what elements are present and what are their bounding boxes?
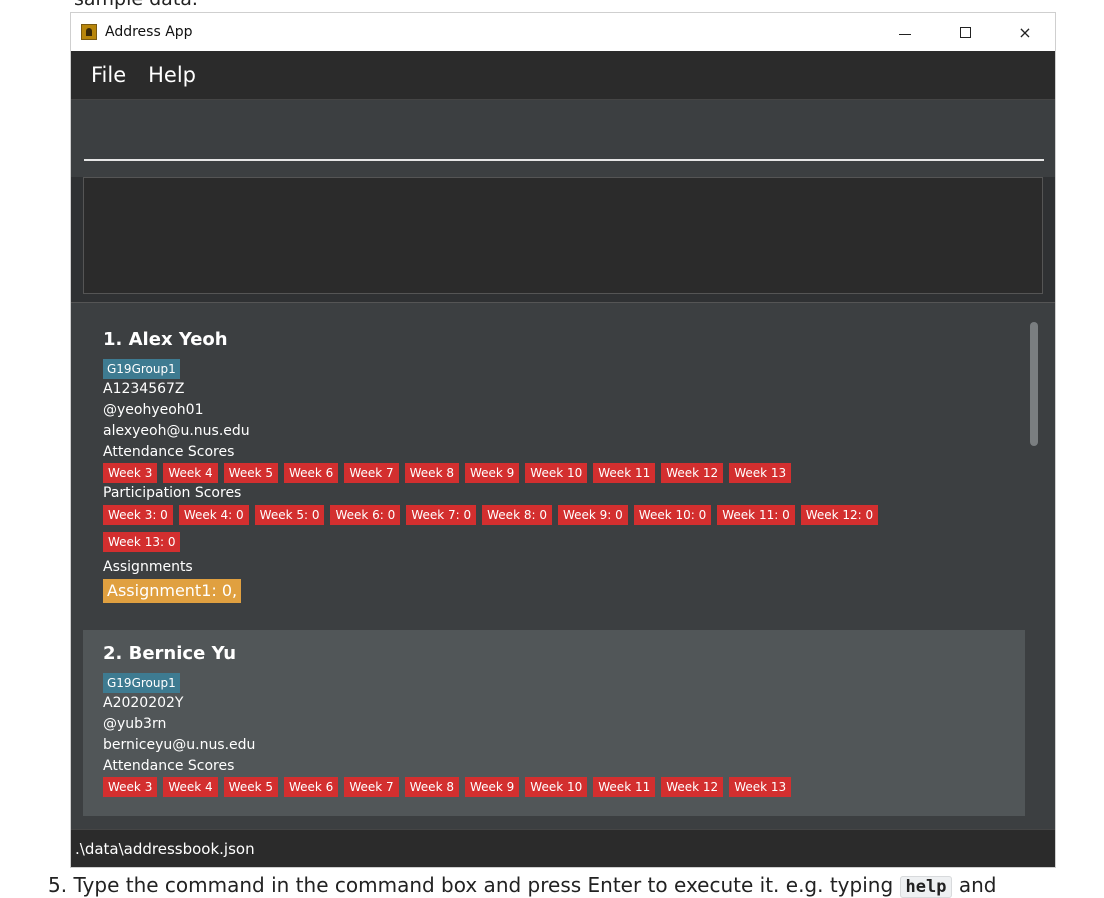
person-list[interactable]: 1. Alex Yeoh G19Group1 A1234567Z @yeohye… xyxy=(83,316,1025,816)
doc-instruction: 5. Type the command in the command box a… xyxy=(48,873,894,897)
status-bar: .\data\addressbook.json xyxy=(71,829,1055,867)
participation-tag: Week 8: 0 xyxy=(482,505,552,525)
doc-code-help: help xyxy=(899,876,953,898)
attendance-tag: Week 9 xyxy=(464,777,520,797)
participation-tag: Week 12: 0 xyxy=(800,505,879,525)
participation-tag: Week 6: 0 xyxy=(330,505,401,525)
participation-tag: Week 3: 0 xyxy=(103,505,173,525)
attendance-tag: Week 12 xyxy=(661,777,724,797)
attendance-tags: Week 3 Week 4 Week 5 Week 6 Week 7 Week … xyxy=(103,463,792,483)
person-list-scrollbar[interactable] xyxy=(1027,316,1041,816)
person-card[interactable]: 2. Bernice Yu G19Group1 A2020202Y @yub3r… xyxy=(83,630,1025,816)
participation-label: Participation Scores xyxy=(103,485,242,501)
attendance-tag: Week 4 xyxy=(163,463,218,483)
menu-file[interactable]: File xyxy=(91,63,126,87)
attendance-tags: Week 3 Week 4 Week 5 Week 6 Week 7 Week … xyxy=(103,777,792,797)
minimize-icon xyxy=(899,33,911,35)
participation-tag: Week 10: 0 xyxy=(633,505,712,525)
attendance-tag: Week 3 xyxy=(103,777,158,797)
attendance-label: Attendance Scores xyxy=(103,444,235,460)
maximize-icon xyxy=(959,26,971,38)
attendance-label: Attendance Scores xyxy=(103,758,235,774)
person-name: 2. Bernice Yu xyxy=(103,643,237,664)
attendance-tag: Week 9 xyxy=(464,463,520,483)
doc-bottom-text: 5. Type the command in the command box a… xyxy=(48,873,997,898)
attendance-tag: Week 12 xyxy=(661,463,724,483)
close-button[interactable]: × xyxy=(995,13,1055,51)
participation-tag: Week 7: 0 xyxy=(406,505,477,525)
participation-tags: Week 3: 0 Week 4: 0 Week 5: 0 Week 6: 0 … xyxy=(103,505,879,525)
menu-bar: File Help xyxy=(71,51,1055,100)
address-app-window: Address App × File Help 1. Alex Yeoh G19… xyxy=(70,12,1056,868)
attendance-tag: Week 11 xyxy=(593,463,656,483)
attendance-tag: Week 8 xyxy=(404,463,459,483)
attendance-tag: Week 7 xyxy=(344,777,399,797)
attendance-tag: Week 11 xyxy=(593,777,656,797)
attendance-tag: Week 10 xyxy=(525,777,588,797)
maximize-button[interactable] xyxy=(935,13,995,51)
minimize-button[interactable] xyxy=(875,13,935,51)
telegram-handle: @yub3rn xyxy=(103,716,167,732)
participation-tag: Week 11: 0 xyxy=(717,505,795,525)
student-id: A1234567Z xyxy=(103,381,185,397)
address-book-icon xyxy=(81,24,97,40)
attendance-tag: Week 8 xyxy=(404,777,459,797)
window-controls: × xyxy=(875,13,1055,51)
attendance-tag: Week 6 xyxy=(283,463,339,483)
doc-instruction-end: and xyxy=(958,873,997,897)
attendance-tag: Week 3 xyxy=(103,463,158,483)
attendance-tag: Week 6 xyxy=(283,777,339,797)
student-id: A2020202Y xyxy=(103,695,184,711)
attendance-tag: Week 7 xyxy=(344,463,399,483)
assignments-label: Assignments xyxy=(103,559,193,575)
command-box-pane xyxy=(71,101,1055,177)
email: alexyeoh@u.nus.edu xyxy=(103,423,250,439)
group-tag: G19Group1 xyxy=(103,359,180,379)
participation-tag: Week 4: 0 xyxy=(178,505,249,525)
person-list-pane: 1. Alex Yeoh G19Group1 A1234567Z @yeohye… xyxy=(71,304,1055,829)
person-name: 1. Alex Yeoh xyxy=(103,329,228,350)
participation-tag: Week 5: 0 xyxy=(254,505,325,525)
title-bar[interactable]: Address App × xyxy=(71,13,1055,51)
attendance-tag: Week 4 xyxy=(163,777,218,797)
close-icon: × xyxy=(1018,22,1032,42)
assignment-tag: Assignment1: 0, xyxy=(103,579,242,603)
command-input[interactable] xyxy=(84,111,1044,161)
attendance-tag: Week 13 xyxy=(729,463,792,483)
attendance-tag: Week 5 xyxy=(223,777,278,797)
telegram-handle: @yeohyeoh01 xyxy=(103,402,204,418)
participation-tag: Week 13: 0 xyxy=(103,532,181,552)
menu-help[interactable]: Help xyxy=(148,63,196,87)
save-location: .\data\addressbook.json xyxy=(75,840,255,858)
attendance-tag: Week 10 xyxy=(525,463,588,483)
doc-top-text: sample data. xyxy=(74,0,198,10)
attendance-tag: Week 5 xyxy=(223,463,278,483)
group-tag: G19Group1 xyxy=(103,673,180,693)
person-card[interactable]: 1. Alex Yeoh G19Group1 A1234567Z @yeohye… xyxy=(83,316,1025,630)
email: berniceyu@u.nus.edu xyxy=(103,737,256,753)
result-display xyxy=(83,177,1043,294)
participation-tag: Week 9: 0 xyxy=(557,505,628,525)
window-title: Address App xyxy=(105,24,193,40)
participation-tags-row2: Week 13: 0 xyxy=(103,532,181,552)
result-display-pane xyxy=(71,177,1055,303)
attendance-tag: Week 13 xyxy=(729,777,792,797)
scrollbar-thumb[interactable] xyxy=(1030,322,1038,446)
